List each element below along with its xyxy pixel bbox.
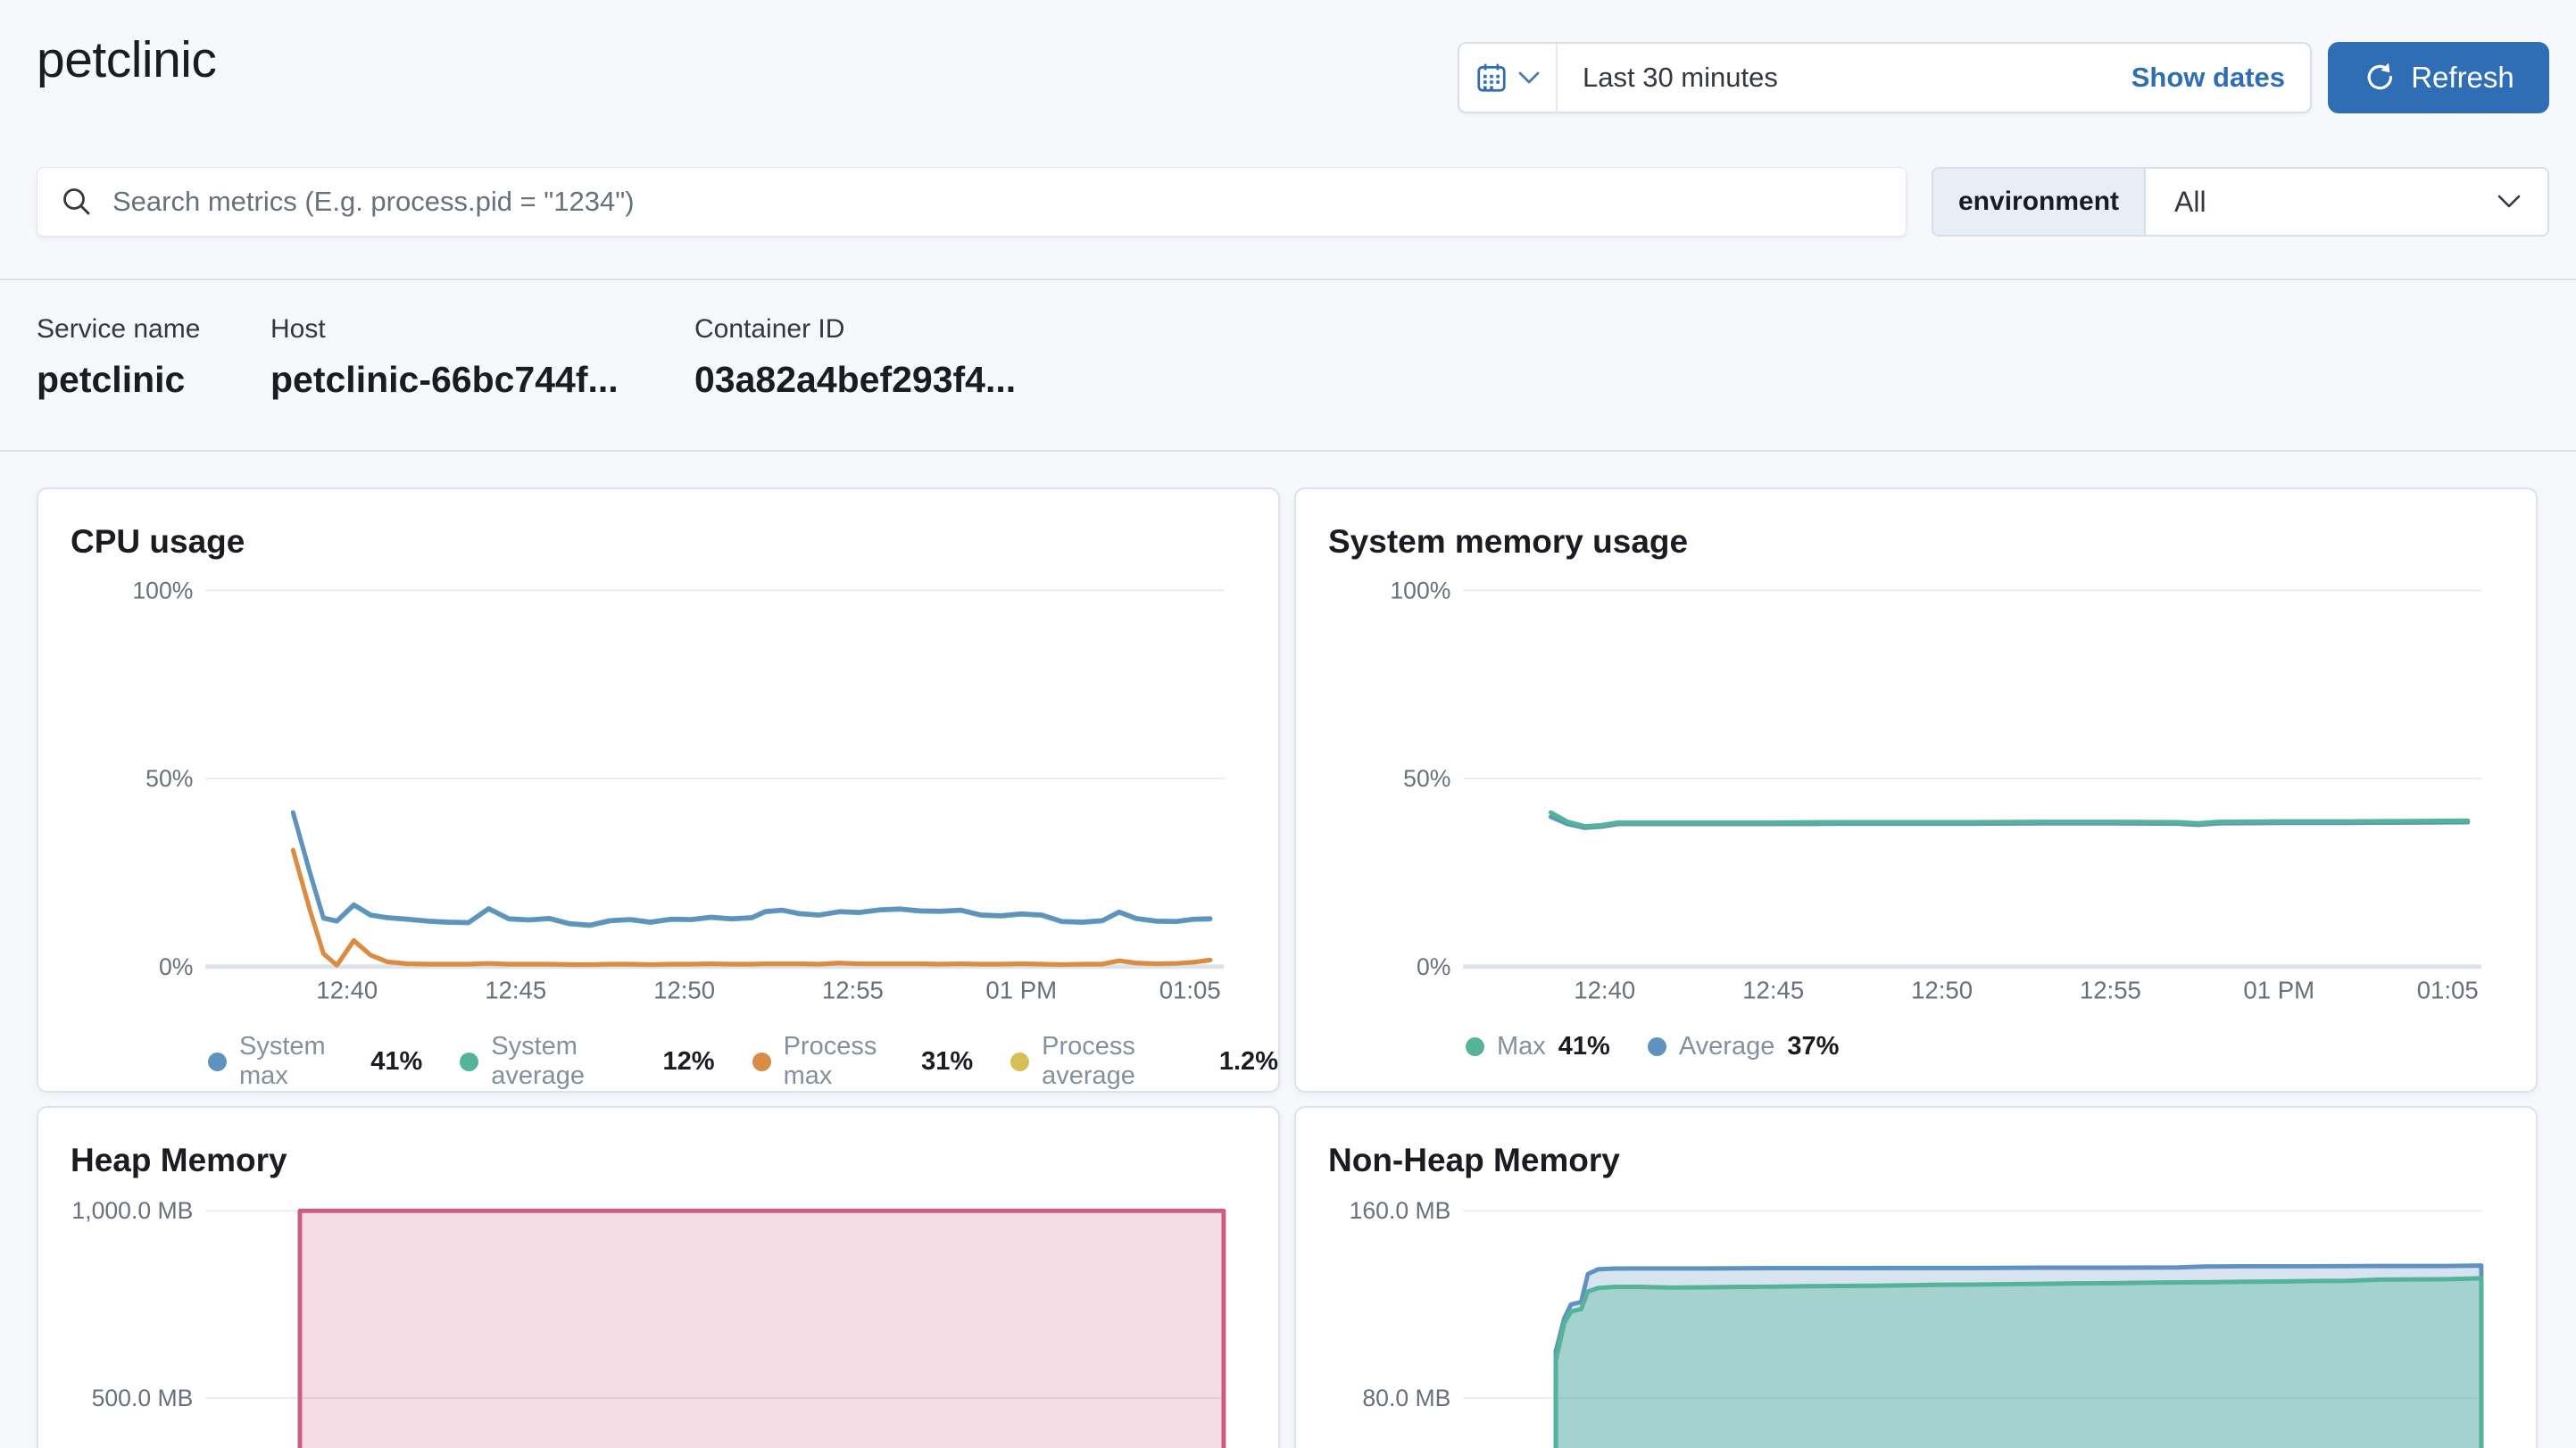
legend-item-average[interactable]: Average 37% (1647, 1032, 1840, 1061)
legend-item-system-max[interactable]: System max 41% (208, 1032, 422, 1091)
y-axis-tick-label: 1,000.0 MB (71, 1197, 193, 1224)
legend-dot-icon (1010, 1052, 1030, 1071)
legend-label: Average (1678, 1032, 1775, 1061)
legend-dot-icon (752, 1052, 771, 1071)
legend-item-max[interactable]: Max 41% (1466, 1032, 1610, 1061)
legend-label: Max (1497, 1032, 1546, 1061)
x-axis-tick-label: 12:50 (1911, 977, 1973, 1004)
series-series-green (1553, 1276, 2484, 1448)
x-axis-tick-label: 12:40 (316, 977, 378, 1004)
x-axis-tick-label: 12:50 (653, 977, 715, 1004)
legend-dot-icon (1647, 1037, 1666, 1056)
x-axis-tick-label: 01 PM (2243, 977, 2314, 1004)
series-process-max (290, 847, 1213, 968)
legend-item-process-max[interactable]: Process max 31% (752, 1032, 974, 1091)
date-range-picker: Last 30 minutes Show dates (1458, 42, 2312, 113)
time-range-value[interactable]: Last 30 minutes (1558, 62, 2131, 94)
legend-label: Process average (1042, 1032, 1135, 1090)
y-axis-tick-label: 0% (1417, 953, 1450, 980)
chart-plot-area[interactable]: 100% 50% 0% 12:40 12:45 12:50 12:55 01 PM 01:05 (38, 489, 1278, 1091)
charts-grid: CPU usage 100% 50% 0% 12:40 12:45 12:50 12:55 01… (37, 487, 2538, 1448)
chart-panel-cpu-usage: CPU usage 100% 50% 0% 12:40 12:45 12:50 12:55 01… (37, 487, 1280, 1093)
container-id-field: Container ID 03a82a4bef293f4... (694, 314, 1016, 401)
legend-value: 1.2% (1218, 1046, 1278, 1076)
y-axis-tick-label: 50% (1403, 765, 1450, 792)
x-axis-tick-label: 12:45 (1742, 977, 1804, 1004)
service-name-field: Service name petclinic (37, 314, 270, 401)
legend-value: 37% (1787, 1032, 1840, 1061)
legend-value: 41% (370, 1046, 423, 1076)
legend-label: System max (239, 1032, 326, 1090)
y-axis-tick-label: 500.0 MB (92, 1385, 194, 1411)
refresh-button[interactable]: Refresh (2328, 42, 2549, 113)
calendar-icon (1477, 63, 1506, 92)
x-axis-tick-label: 12:55 (2080, 977, 2141, 1004)
x-axis-tick-label: 12:40 (1574, 977, 1635, 1004)
y-axis-tick-label: 80.0 MB (1362, 1385, 1450, 1411)
chart-panel-heap-memory: Heap Memory1,000.0 MB500.0 MB12:4012:451… (37, 1106, 1280, 1448)
y-axis-tick-label: 0% (159, 953, 193, 980)
environment-select-label: environment (1933, 169, 2147, 235)
show-dates-link[interactable]: Show dates (2131, 62, 2310, 94)
chart-title: CPU usage (71, 523, 245, 560)
environment-select-value: All (2174, 185, 2206, 218)
x-axis-tick-label: 01:05 (2417, 977, 2479, 1004)
x-axis-tick-label: 01:05 (1159, 977, 1221, 1004)
chart-title: System memory usage (1328, 523, 1689, 560)
container-id-value: 03a82a4bef293f4... (694, 359, 1017, 400)
y-axis-tick-label: 100% (132, 577, 193, 603)
service-name-label: Service name (37, 314, 201, 344)
x-axis-tick-label: 12:55 (822, 977, 884, 1004)
environment-select[interactable]: environment All (1932, 167, 2549, 237)
section-divider (0, 279, 2576, 280)
x-axis-tick-label: 12:45 (485, 977, 546, 1004)
chart-title: Heap Memory (71, 1142, 287, 1178)
host-label: Host (270, 314, 326, 344)
y-axis-tick-label: 160.0 MB (1350, 1197, 1451, 1224)
legend-label: Process max (783, 1032, 877, 1090)
legend-item-system-average[interactable]: System average 12% (460, 1032, 715, 1091)
chevron-down-icon (2496, 193, 2547, 211)
legend-dot-icon (460, 1052, 479, 1071)
chart-legend: System max 41% System average 12% Process ma… (208, 1032, 1278, 1091)
chart-plot-area[interactable]: 100% 50% 0% 12:40 12:45 12:50 12:55 01 PM 01:05 (1296, 489, 2536, 1091)
legend-value: 31% (921, 1046, 974, 1076)
page-title: petclinic (37, 31, 217, 88)
x-axis-tick-label: 01 PM (985, 977, 1057, 1004)
legend-value: 41% (1558, 1032, 1610, 1061)
refresh-icon (2367, 62, 2393, 90)
chart-legend: Max 41% Average 37% (1466, 1032, 1839, 1061)
legend-item-process-average[interactable]: Process average 1.2% (1010, 1032, 1278, 1091)
section-divider (0, 450, 2576, 452)
host-value: petclinic-66bc744f... (270, 359, 619, 400)
search-box (37, 167, 1907, 237)
container-id-label: Container ID (694, 314, 845, 344)
series-process-average (290, 848, 1213, 969)
series-series-pink (297, 1208, 1226, 1448)
chart-title: Non-Heap Memory (1328, 1142, 1620, 1178)
legend-dot-icon (208, 1052, 227, 1071)
service-info-row: Service name petclinic Host petclinic-66… (37, 314, 1016, 401)
time-controls: Last 30 minutes Show dates Refresh (1458, 42, 2549, 113)
series-system-average (290, 811, 1213, 928)
y-axis-tick-label: 100% (1390, 577, 1450, 603)
search-metrics-input[interactable] (111, 185, 1882, 219)
chevron-down-icon (1518, 71, 1540, 84)
metrics-filter-bar: environment All (37, 167, 2549, 237)
service-name-value: petclinic (37, 359, 186, 400)
apm-service-metrics-page: petclinic Last 30 minutes Show dates Ref… (0, 0, 2576, 1448)
chart-panel-system-memory-usage: System memory usage 100% 50% 0% 12:40 12:45 12… (1294, 487, 2538, 1093)
legend-value: 12% (662, 1046, 715, 1076)
legend-label: System average (491, 1032, 586, 1090)
host-field: Host petclinic-66bc744f... (270, 314, 694, 401)
refresh-button-label: Refresh (2411, 61, 2514, 94)
y-axis-tick-label: 50% (145, 765, 193, 792)
series-system-max (290, 810, 1213, 928)
legend-dot-icon (1466, 1037, 1484, 1056)
quick-select-menu-button[interactable] (1459, 44, 1558, 112)
chart-panel-non-heap-memory: Non-Heap Memory160.0 MB80.0 MB12:4012:45… (1294, 1106, 2538, 1448)
search-icon (63, 188, 90, 215)
